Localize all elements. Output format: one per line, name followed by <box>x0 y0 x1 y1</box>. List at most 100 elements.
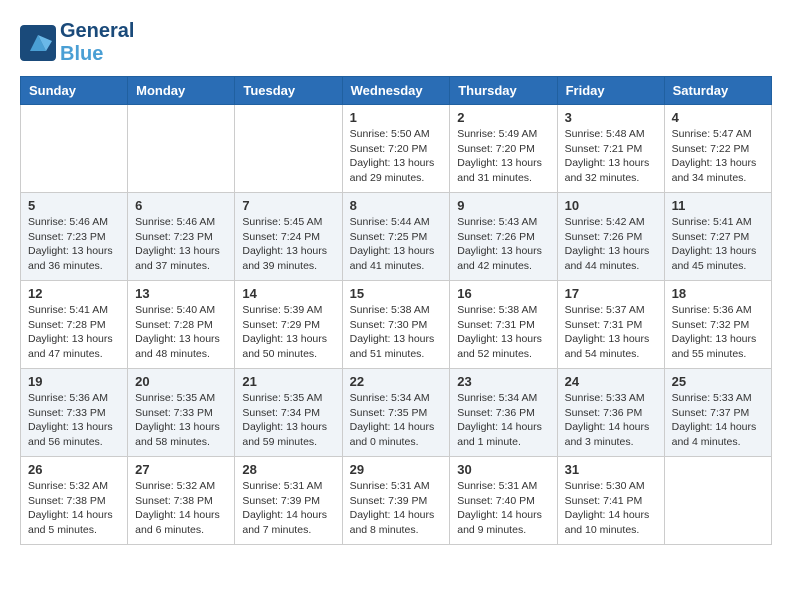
calendar-cell: 3 Sunrise: 5:48 AM Sunset: 7:21 PM Daylig… <box>557 105 664 193</box>
day-number: 4 <box>672 110 764 125</box>
day-info: Sunrise: 5:36 AM Sunset: 7:32 PM Dayligh… <box>672 303 764 362</box>
calendar-cell: 15Sunrise: 5:38 AM Sunset: 7:30 PM Dayli… <box>342 281 450 369</box>
day-info: Sunrise: 5:41 AM Sunset: 7:28 PM Dayligh… <box>28 303 120 362</box>
col-header-saturday: Saturday <box>664 77 771 105</box>
calendar-cell: 17 Sunrise: 5:37 AM Sunset: 7:31 PM Dayli… <box>557 281 664 369</box>
calendar-cell: 21Sunrise: 5:35 AM Sunset: 7:34 PM Dayli… <box>235 369 342 457</box>
day-number: 20 <box>135 374 227 389</box>
col-header-friday: Friday <box>557 77 664 105</box>
calendar-cell <box>21 105 128 193</box>
day-number: 23 <box>457 374 549 389</box>
calendar-week-row: 1 Sunrise: 5:50 AM Sunset: 7:20 PM Daylig… <box>21 105 772 193</box>
day-number: 29 <box>350 462 443 477</box>
day-info: Sunrise: 5:41 AM Sunset: 7:27 PM Dayligh… <box>672 215 764 274</box>
calendar-cell: 24Sunrise: 5:33 AM Sunset: 7:36 PM Dayli… <box>557 369 664 457</box>
calendar-cell: 18 Sunrise: 5:36 AM Sunset: 7:32 PM Dayli… <box>664 281 771 369</box>
day-number: 17 <box>565 286 657 301</box>
day-number: 22 <box>350 374 443 389</box>
calendar-cell <box>128 105 235 193</box>
day-number: 18 <box>672 286 764 301</box>
day-number: 5 <box>28 198 120 213</box>
col-header-wednesday: Wednesday <box>342 77 450 105</box>
day-number: 8 <box>350 198 443 213</box>
day-number: 7 <box>242 198 334 213</box>
day-info: Sunrise: 5:46 AM Sunset: 7:23 PM Dayligh… <box>28 215 120 274</box>
day-number: 12 <box>28 286 120 301</box>
calendar-cell: 22Sunrise: 5:34 AM Sunset: 7:35 PM Dayli… <box>342 369 450 457</box>
day-info: Sunrise: 5:32 AM Sunset: 7:38 PM Dayligh… <box>135 479 227 538</box>
calendar-cell: 9 Sunrise: 5:43 AM Sunset: 7:26 PM Daylig… <box>450 193 557 281</box>
calendar-cell: 7 Sunrise: 5:45 AM Sunset: 7:24 PM Daylig… <box>235 193 342 281</box>
day-number: 26 <box>28 462 120 477</box>
calendar-table: SundayMondayTuesdayWednesdayThursdayFrid… <box>20 76 772 545</box>
day-number: 24 <box>565 374 657 389</box>
day-number: 28 <box>242 462 334 477</box>
calendar-cell: 12 Sunrise: 5:41 AM Sunset: 7:28 PM Dayli… <box>21 281 128 369</box>
calendar-week-row: 12 Sunrise: 5:41 AM Sunset: 7:28 PM Dayli… <box>21 281 772 369</box>
calendar-cell: 16 Sunrise: 5:38 AM Sunset: 7:31 PM Dayli… <box>450 281 557 369</box>
day-info: Sunrise: 5:50 AM Sunset: 7:20 PM Dayligh… <box>350 127 443 186</box>
day-number: 9 <box>457 198 549 213</box>
day-number: 27 <box>135 462 227 477</box>
calendar-cell: 26Sunrise: 5:32 AM Sunset: 7:38 PM Dayli… <box>21 457 128 545</box>
day-number: 30 <box>457 462 549 477</box>
day-number: 14 <box>242 286 334 301</box>
calendar-cell: 28 Sunrise: 5:31 AM Sunset: 7:39 PM Dayli… <box>235 457 342 545</box>
calendar-cell: 23 Sunrise: 5:34 AM Sunset: 7:36 PM Dayli… <box>450 369 557 457</box>
day-info: Sunrise: 5:30 AM Sunset: 7:41 PM Dayligh… <box>565 479 657 538</box>
day-number: 31 <box>565 462 657 477</box>
calendar-cell: 27 Sunrise: 5:32 AM Sunset: 7:38 PM Dayli… <box>128 457 235 545</box>
calendar-cell: 13Sunrise: 5:40 AM Sunset: 7:28 PM Dayli… <box>128 281 235 369</box>
day-number: 2 <box>457 110 549 125</box>
day-info: Sunrise: 5:48 AM Sunset: 7:21 PM Dayligh… <box>565 127 657 186</box>
day-number: 10 <box>565 198 657 213</box>
day-number: 15 <box>350 286 443 301</box>
logo-blue: Blue <box>60 43 134 66</box>
calendar-cell: 8 Sunrise: 5:44 AM Sunset: 7:25 PM Daylig… <box>342 193 450 281</box>
day-info: Sunrise: 5:46 AM Sunset: 7:23 PM Dayligh… <box>135 215 227 274</box>
calendar-cell: 11 Sunrise: 5:41 AM Sunset: 7:27 PM Dayli… <box>664 193 771 281</box>
col-header-tuesday: Tuesday <box>235 77 342 105</box>
day-number: 16 <box>457 286 549 301</box>
calendar-week-row: 26 Sunrise: 5:32 AM Sunset: 7:38 PM Dayli… <box>21 457 772 545</box>
logo-general: General <box>60 20 134 43</box>
day-info: Sunrise: 5:38 AM Sunset: 7:31 PM Dayligh… <box>457 303 549 362</box>
calendar-cell: 31 Sunrise: 5:30 AM Sunset: 7:41 PM Dayli… <box>557 457 664 545</box>
day-info: Sunrise: 5:49 AM Sunset: 7:20 PM Dayligh… <box>457 127 549 186</box>
day-number: 6 <box>135 198 227 213</box>
col-header-sunday: Sunday <box>21 77 128 105</box>
day-number: 1 <box>350 110 443 125</box>
day-number: 25 <box>672 374 764 389</box>
day-info: Sunrise: 5:42 AM Sunset: 7:26 PM Dayligh… <box>565 215 657 274</box>
calendar-cell: 29Sunrise: 5:31 AM Sunset: 7:39 PM Dayli… <box>342 457 450 545</box>
calendar-cell: 1 Sunrise: 5:50 AM Sunset: 7:20 PM Daylig… <box>342 105 450 193</box>
day-info: Sunrise: 5:31 AM Sunset: 7:40 PM Dayligh… <box>457 479 549 538</box>
day-info: Sunrise: 5:37 AM Sunset: 7:31 PM Dayligh… <box>565 303 657 362</box>
calendar-cell <box>664 457 771 545</box>
day-number: 11 <box>672 198 764 213</box>
calendar-cell: 20 Sunrise: 5:35 AM Sunset: 7:33 PM Dayli… <box>128 369 235 457</box>
logo-icon <box>20 25 56 61</box>
day-info: Sunrise: 5:33 AM Sunset: 7:37 PM Dayligh… <box>672 391 764 450</box>
day-info: Sunrise: 5:35 AM Sunset: 7:34 PM Dayligh… <box>242 391 334 450</box>
day-info: Sunrise: 5:45 AM Sunset: 7:24 PM Dayligh… <box>242 215 334 274</box>
day-info: Sunrise: 5:39 AM Sunset: 7:29 PM Dayligh… <box>242 303 334 362</box>
calendar-cell: 30 Sunrise: 5:31 AM Sunset: 7:40 PM Dayli… <box>450 457 557 545</box>
day-number: 3 <box>565 110 657 125</box>
day-info: Sunrise: 5:47 AM Sunset: 7:22 PM Dayligh… <box>672 127 764 186</box>
calendar-cell: 2 Sunrise: 5:49 AM Sunset: 7:20 PM Daylig… <box>450 105 557 193</box>
day-info: Sunrise: 5:35 AM Sunset: 7:33 PM Dayligh… <box>135 391 227 450</box>
calendar-week-row: 5 Sunrise: 5:46 AM Sunset: 7:23 PM Daylig… <box>21 193 772 281</box>
day-info: Sunrise: 5:44 AM Sunset: 7:25 PM Dayligh… <box>350 215 443 274</box>
calendar-cell: 5 Sunrise: 5:46 AM Sunset: 7:23 PM Daylig… <box>21 193 128 281</box>
calendar-cell: 10 Sunrise: 5:42 AM Sunset: 7:26 PM Dayli… <box>557 193 664 281</box>
day-info: Sunrise: 5:34 AM Sunset: 7:36 PM Dayligh… <box>457 391 549 450</box>
calendar-cell <box>235 105 342 193</box>
calendar-cell: 25 Sunrise: 5:33 AM Sunset: 7:37 PM Dayli… <box>664 369 771 457</box>
calendar-cell: 6 Sunrise: 5:46 AM Sunset: 7:23 PM Daylig… <box>128 193 235 281</box>
calendar-header-row: SundayMondayTuesdayWednesdayThursdayFrid… <box>21 77 772 105</box>
day-info: Sunrise: 5:43 AM Sunset: 7:26 PM Dayligh… <box>457 215 549 274</box>
col-header-monday: Monday <box>128 77 235 105</box>
day-info: Sunrise: 5:31 AM Sunset: 7:39 PM Dayligh… <box>242 479 334 538</box>
page-header: General Blue <box>20 20 772 66</box>
